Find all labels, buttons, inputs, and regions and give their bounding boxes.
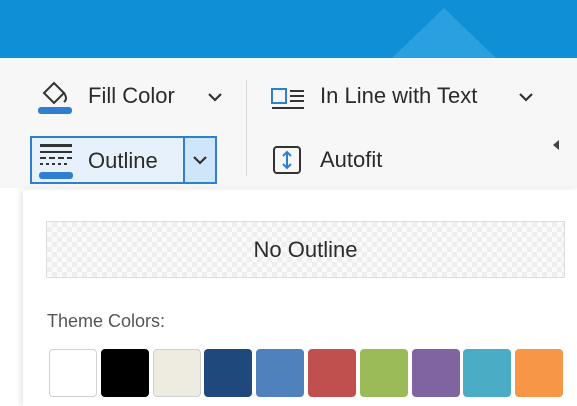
fill-color-label: Fill Color — [88, 83, 175, 108]
theme-color-swatch[interactable] — [100, 349, 149, 397]
theme-color-swatch[interactable] — [411, 349, 460, 397]
wrap-text-label: In Line with Text — [320, 83, 478, 108]
ribbon-scroll-left-icon[interactable] — [553, 140, 559, 150]
fill-color-button[interactable]: Fill Color — [30, 75, 230, 119]
title-bar — [0, 0, 577, 58]
chevron-down-icon — [208, 93, 222, 102]
theme-color-swatch[interactable] — [204, 349, 253, 397]
outline-dropdown-toggle[interactable] — [183, 138, 215, 182]
outline-lines-icon — [39, 144, 73, 179]
theme-colors-heading: Theme Colors: — [47, 311, 166, 331]
theme-color-swatch[interactable] — [308, 349, 356, 397]
wrap-text-button[interactable]: In Line with Text — [266, 75, 546, 119]
outline-label: Outline — [88, 148, 158, 173]
autofit-icon — [273, 146, 301, 174]
autofit-label: Autofit — [320, 147, 383, 172]
theme-color-swatch[interactable] — [152, 349, 201, 397]
theme-color-swatch[interactable] — [359, 349, 408, 397]
theme-color-swatch[interactable] — [515, 349, 564, 397]
no-outline-option[interactable]: No Outline — [46, 221, 565, 278]
theme-color-swatch[interactable] — [49, 349, 97, 397]
autofit-button[interactable]: Autofit — [266, 139, 416, 183]
no-outline-label: No Outline — [253, 236, 358, 262]
title-bar-decoration — [392, 8, 496, 58]
chevron-down-icon — [519, 93, 533, 102]
inline-with-text-icon — [271, 88, 304, 109]
theme-color-swatch[interactable] — [463, 349, 512, 397]
chevron-down-icon — [193, 156, 207, 165]
outline-button[interactable]: Outline — [30, 136, 217, 184]
paint-bucket-icon — [38, 81, 72, 114]
theme-color-swatch[interactable] — [256, 349, 305, 397]
ribbon-separator — [246, 80, 247, 176]
